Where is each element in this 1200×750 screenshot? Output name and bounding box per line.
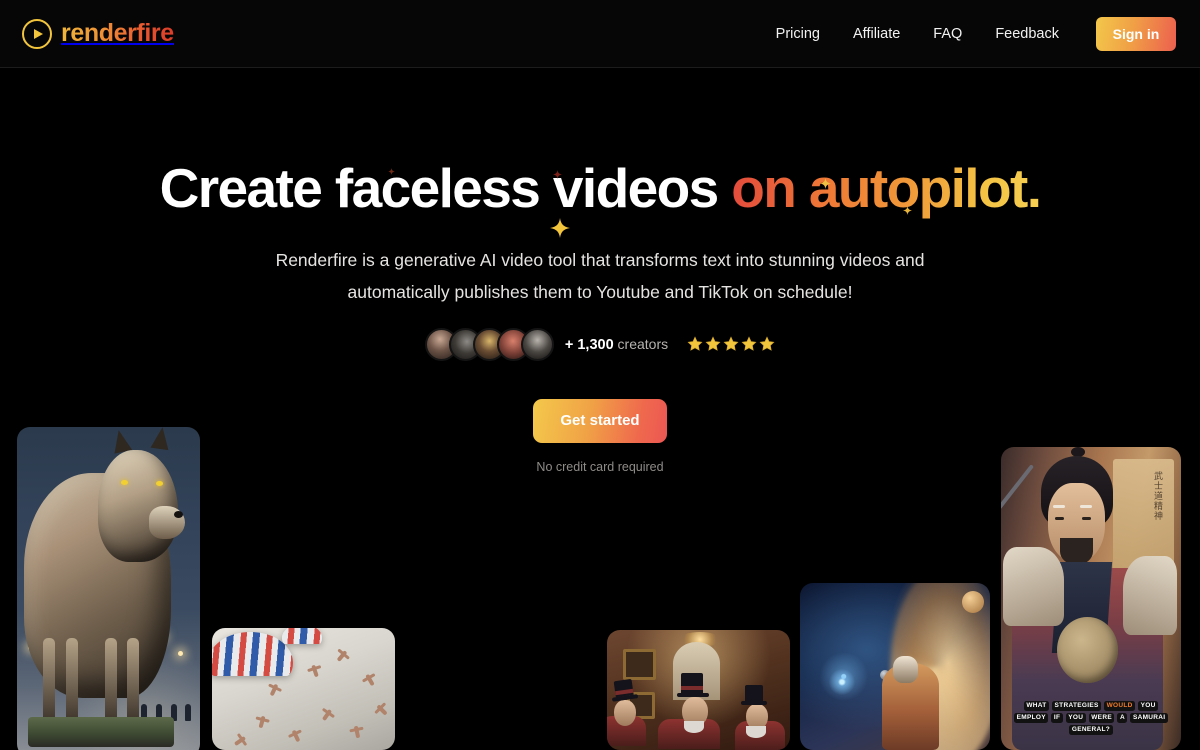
caption-word: EMPLOY: [1014, 712, 1049, 723]
caption-word: A: [1117, 712, 1128, 723]
video-card-samurai[interactable]: 武士道精神 WHATSTRATEGIESWOULDYOUEMPLOYIFYOUW…: [1001, 447, 1181, 750]
get-started-button[interactable]: Get started: [533, 398, 667, 443]
wolf-statue-thumbnail: [17, 427, 200, 750]
avatar: [520, 327, 554, 361]
nav-item-pricing[interactable]: Pricing: [776, 26, 820, 42]
brand-name: renderfire: [61, 19, 174, 47]
caption-word: YOU: [1138, 700, 1159, 711]
star-icon: [705, 336, 721, 352]
video-card-wolf-statue[interactable]: [17, 427, 200, 750]
cta-note: No credit card required: [536, 459, 664, 474]
skydivers-thumbnail: [212, 628, 395, 750]
headline-accent: on autopilot.: [731, 157, 1042, 219]
cosmic-figure-thumbnail: [800, 583, 990, 750]
creator-count: + 1,300 creators: [565, 336, 668, 353]
creator-count-number: + 1,300: [564, 336, 614, 353]
caption-word: WHAT: [1023, 700, 1050, 711]
samurai-thumbnail: 武士道精神 WHATSTRATEGIESWOULDYOUEMPLOYIFYOUW…: [1001, 447, 1181, 750]
headline-plain: Create faceless videos: [159, 157, 732, 219]
caption-word: GENERAL?: [1069, 724, 1113, 735]
caption-word: YOU: [1065, 712, 1086, 723]
video-card-skydivers[interactable]: [212, 628, 395, 750]
rating-stars: [687, 336, 775, 352]
social-proof: + 1,300 creators: [0, 327, 1200, 361]
landing-page: renderfire Pricing Affiliate FAQ Feedbac…: [0, 0, 1200, 750]
play-circle-icon: [22, 18, 52, 49]
star-icon: [759, 336, 775, 352]
sign-in-button[interactable]: Sign in: [1096, 16, 1176, 51]
video-card-cosmic-figure[interactable]: [800, 583, 990, 750]
avatar-group: [424, 327, 554, 361]
nav-item-faq[interactable]: FAQ: [933, 26, 962, 42]
nav-item-feedback[interactable]: Feedback: [995, 26, 1059, 42]
site-header: renderfire Pricing Affiliate FAQ Feedbac…: [0, 0, 1200, 68]
samurai-caption: WHAT STRATEGIES WOULD YOU EMPLOY IF YOU WERE A SA…: [1006, 700, 1175, 735]
main-nav: Pricing Affiliate FAQ Feedback Sign in: [776, 16, 1176, 51]
creator-count-label: creators: [617, 335, 669, 352]
star-icon: [741, 336, 757, 352]
victorian-gentlemen-thumbnail: [607, 630, 790, 750]
hero-subtitle: Renderfire is a generative AI video tool…: [270, 244, 930, 309]
video-card-victorian-gentlemen[interactable]: [607, 630, 790, 750]
caption-word: WERE: [1088, 712, 1115, 723]
star-icon: [687, 336, 703, 352]
brand-logo[interactable]: renderfire: [22, 18, 174, 49]
page-title: Create faceless videos on autopilot.: [0, 160, 1200, 216]
cta-area: Get started No credit card required: [0, 398, 1200, 474]
caption-word: WOULD: [1104, 700, 1136, 711]
subtitle-line-1: Renderfire is a generative AI video tool…: [275, 250, 835, 271]
hero-section: Create faceless videos on autopilot. Ren…: [0, 68, 1200, 474]
caption-word: STRATEGIES: [1052, 700, 1102, 711]
caption-word: SAMURAI: [1130, 712, 1168, 723]
nav-item-affiliate[interactable]: Affiliate: [853, 26, 900, 42]
star-icon: [723, 336, 739, 352]
caption-word: IF: [1051, 712, 1063, 723]
